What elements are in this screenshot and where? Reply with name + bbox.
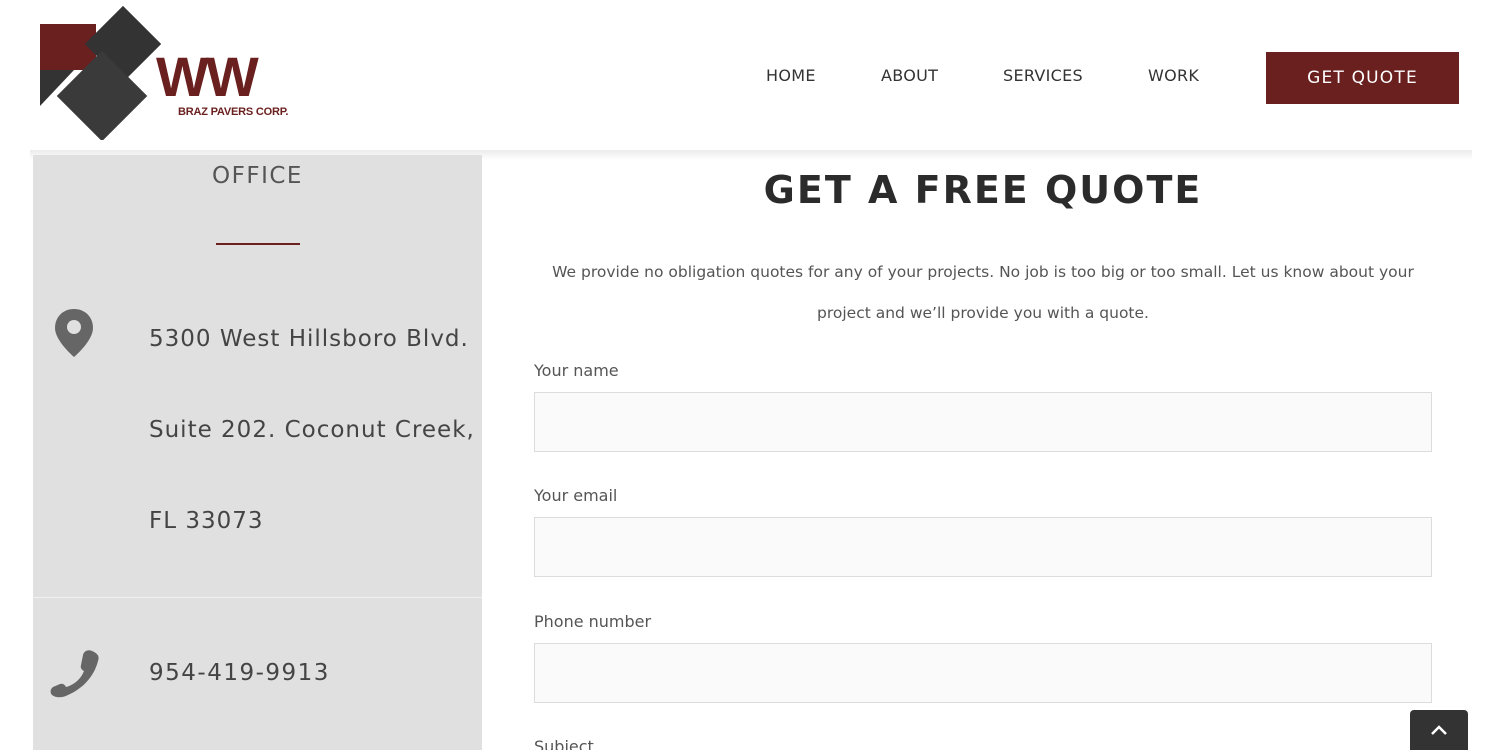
- get-quote-button[interactable]: GET QUOTE: [1266, 52, 1459, 104]
- nav-home[interactable]: HOME: [766, 66, 816, 85]
- title-divider: [216, 243, 300, 245]
- address-line-2: Suite 202. Coconut Creek,: [149, 417, 475, 443]
- email-input[interactable]: [534, 517, 1432, 577]
- chevron-up-icon: [1431, 725, 1447, 735]
- address-line-1: 5300 West Hillsboro Blvd.: [149, 326, 469, 352]
- phone-label: Phone number: [534, 612, 652, 631]
- logo-mark-icon: WW: [40, 5, 262, 142]
- office-phone[interactable]: 954-419-9913: [149, 660, 330, 686]
- name-label: Your name: [534, 361, 619, 380]
- site-logo[interactable]: WW BRAZ PAVERS CORP.: [38, 4, 288, 142]
- nav-work[interactable]: WORK: [1148, 66, 1199, 85]
- phone-input[interactable]: [534, 643, 1432, 703]
- phone-icon: [48, 645, 102, 699]
- subject-label: Subject: [534, 737, 594, 750]
- office-panel: OFFICE 5300 West Hillsboro Blvd. Suite 2…: [33, 155, 482, 750]
- office-divider: [33, 597, 482, 598]
- office-title: OFFICE: [212, 163, 303, 189]
- nav-about[interactable]: ABOUT: [881, 66, 938, 85]
- site-header: WW BRAZ PAVERS CORP. HOME ABOUT SERVICES…: [0, 0, 1500, 155]
- email-label: Your email: [534, 486, 618, 505]
- svg-text:WW: WW: [156, 45, 259, 108]
- nav-services[interactable]: SERVICES: [1003, 66, 1083, 85]
- name-input[interactable]: [534, 392, 1432, 452]
- address-line-3: FL 33073: [149, 508, 264, 534]
- form-intro: We provide no obligation quotes for any …: [552, 263, 1414, 322]
- scroll-to-top-button[interactable]: [1410, 710, 1468, 750]
- logo-text: BRAZ PAVERS CORP.: [178, 106, 289, 118]
- map-pin-icon: [53, 307, 95, 359]
- form-title: GET A FREE QUOTE: [763, 168, 1203, 212]
